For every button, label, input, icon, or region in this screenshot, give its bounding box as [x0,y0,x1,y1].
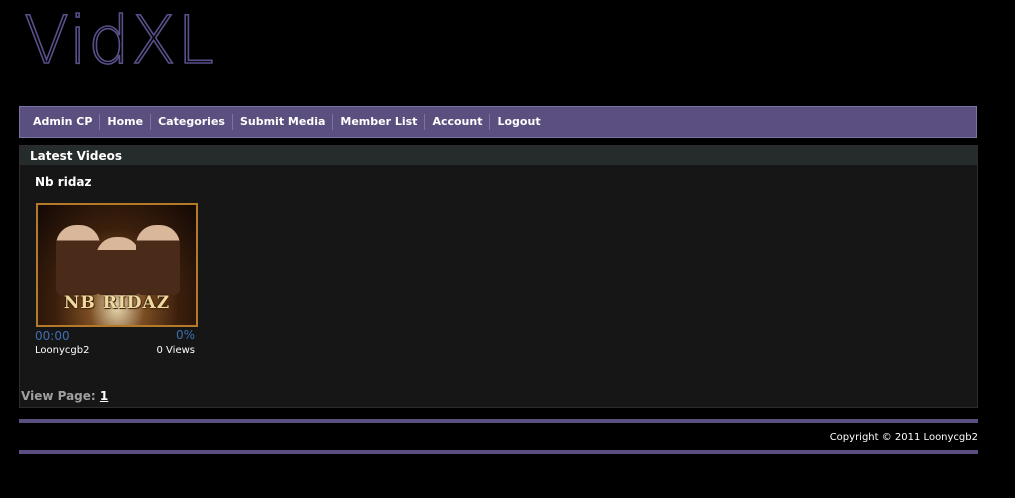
video-rating: 0% [175,328,195,342]
nav-account[interactable]: Account [424,114,489,130]
video-views: 0 Views [156,345,195,356]
nav-logout[interactable]: Logout [489,114,547,130]
page-link-1[interactable]: 1 [100,389,108,403]
thumbnail-figure-right [136,225,180,295]
video-thumbnail[interactable]: NB RIDAZ [36,203,198,327]
nav-submit-media[interactable]: Submit Media [231,114,332,130]
pagination-label: View Page: [21,389,96,403]
video-duration: 00:00 [35,329,70,343]
site-logo[interactable]: VidXL [23,7,215,75]
main-nav: Admin CP Home Categories Submit Media Me… [19,106,977,138]
nav-categories[interactable]: Categories [150,114,232,130]
thumbnail-figure-left [56,225,100,295]
pagination: View Page: 1 [21,389,108,403]
thumbnail-title-text: NB RIDAZ [63,293,171,313]
thumbnail-figure-center [96,237,140,295]
video-uploader[interactable]: Loonycgb2 [35,345,89,356]
footer-divider-top [19,419,978,423]
latest-videos-panel: Latest Videos Nb ridaz NB RIDAZ 00:00 0%… [19,145,978,408]
section-title: Latest Videos [20,146,977,165]
footer-copyright: Copyright © 2011 Loonycgb2 [829,432,978,443]
footer-divider-bottom [19,450,978,454]
nav-admin-cp[interactable]: Admin CP [26,114,99,130]
nav-home[interactable]: Home [99,114,150,130]
nav-member-list[interactable]: Member List [332,114,424,130]
video-title[interactable]: Nb ridaz [35,175,92,189]
